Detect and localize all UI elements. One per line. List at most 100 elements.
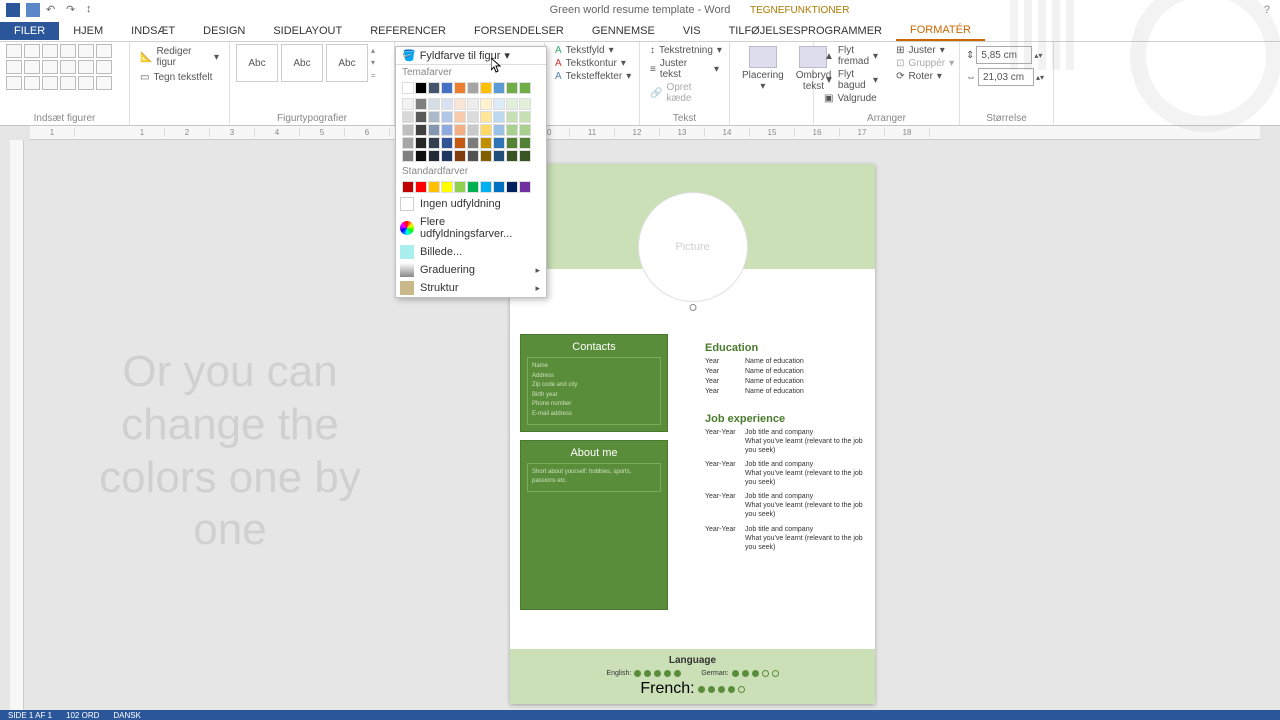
tab-gennemse[interactable]: GENNEMSE: [578, 22, 669, 40]
tab-sidelayout[interactable]: SIDELAYOUT: [259, 22, 356, 40]
color-swatch[interactable]: [480, 124, 492, 136]
color-swatch[interactable]: [415, 124, 427, 136]
color-swatch[interactable]: [480, 82, 492, 94]
color-swatch[interactable]: [493, 111, 505, 123]
texture-item[interactable]: Struktur▸: [396, 279, 546, 297]
style-preset[interactable]: Abc: [326, 44, 368, 82]
color-swatch[interactable]: [467, 150, 479, 162]
color-swatch[interactable]: [441, 137, 453, 149]
color-swatch[interactable]: [480, 111, 492, 123]
text-fill-button[interactable]: ATekstfyld ▾: [551, 44, 633, 57]
color-swatch[interactable]: [441, 98, 453, 110]
color-swatch[interactable]: [415, 111, 427, 123]
color-swatch[interactable]: [454, 124, 466, 136]
color-swatch[interactable]: [506, 98, 518, 110]
color-swatch[interactable]: [428, 124, 440, 136]
no-fill-item[interactable]: Ingen udfyldning: [396, 195, 546, 213]
color-swatch[interactable]: [519, 150, 531, 162]
about-box[interactable]: About me Short about yourself: hobbies, …: [520, 440, 668, 610]
color-swatch[interactable]: [441, 82, 453, 94]
language-footer[interactable]: Language English:German: French:: [510, 649, 875, 704]
color-swatch[interactable]: [402, 98, 414, 110]
color-swatch[interactable]: [402, 111, 414, 123]
color-swatch[interactable]: [454, 82, 466, 94]
shape-fill-dropdown[interactable]: 🪣Fyldfarve til figur ▾ Temafarver Standa…: [395, 46, 547, 298]
color-swatch[interactable]: [493, 150, 505, 162]
edit-shape-button[interactable]: 📐 Rediger figur ▾: [136, 44, 223, 70]
vertical-ruler[interactable]: [10, 140, 24, 710]
style-preset[interactable]: Abc: [236, 44, 278, 82]
color-swatch[interactable]: [519, 98, 531, 110]
color-swatch[interactable]: [480, 150, 492, 162]
shape-fill-button[interactable]: 🪣Fyldfarve til figur ▾: [396, 47, 546, 65]
shapes-gallery[interactable]: [6, 44, 123, 90]
position-button[interactable]: Placering▾: [736, 44, 790, 94]
color-swatch[interactable]: [493, 124, 505, 136]
selection-pane-button[interactable]: ▣ Valgrude: [820, 92, 882, 105]
bring-forward-button[interactable]: ▲ Flyt fremad ▾: [820, 44, 882, 68]
tab-vis[interactable]: VIS: [669, 22, 715, 40]
color-swatch[interactable]: [415, 98, 427, 110]
color-swatch[interactable]: [519, 137, 531, 149]
color-swatch[interactable]: [506, 124, 518, 136]
color-swatch[interactable]: [506, 111, 518, 123]
touch-icon[interactable]: ↕: [86, 3, 100, 17]
send-backward-button[interactable]: ▼ Flyt bagud ▾: [820, 68, 882, 92]
draw-textbox-button[interactable]: ▭ Tegn tekstfelt: [136, 70, 223, 85]
color-swatch[interactable]: [519, 82, 531, 94]
tab-filer[interactable]: FILER: [0, 22, 59, 40]
color-swatch[interactable]: [506, 137, 518, 149]
page-indicator[interactable]: SIDE 1 AF 1: [8, 711, 52, 720]
align-text-button[interactable]: ≡ Juster tekst ▾: [646, 57, 723, 81]
color-swatch[interactable]: [415, 181, 427, 193]
color-swatch[interactable]: [467, 82, 479, 94]
color-swatch[interactable]: [402, 150, 414, 162]
picture-fill-item[interactable]: Billede...: [396, 243, 546, 261]
create-link-button[interactable]: 🔗 Opret kæde: [646, 81, 723, 105]
color-swatch[interactable]: [506, 150, 518, 162]
text-effects-button[interactable]: ATeksteffekter ▾: [551, 70, 633, 83]
color-swatch[interactable]: [402, 82, 414, 94]
tab-referencer[interactable]: REFERENCER: [356, 22, 460, 40]
shape-style-gallery[interactable]: Abc Abc Abc ▴▾=: [236, 44, 388, 82]
color-swatch[interactable]: [480, 181, 492, 193]
color-swatch[interactable]: [454, 181, 466, 193]
undo-icon[interactable]: ↶: [46, 3, 60, 17]
color-swatch[interactable]: [415, 137, 427, 149]
color-swatch[interactable]: [415, 150, 427, 162]
help-icon[interactable]: ?: [1264, 4, 1270, 16]
color-swatch[interactable]: [454, 150, 466, 162]
color-swatch[interactable]: [402, 181, 414, 193]
tab-forsendelser[interactable]: FORSENDELSER: [460, 22, 578, 40]
color-swatch[interactable]: [467, 181, 479, 193]
color-swatch[interactable]: [493, 181, 505, 193]
picture-placeholder[interactable]: Picture: [638, 192, 748, 302]
selection-handle[interactable]: [689, 304, 696, 311]
color-swatch[interactable]: [428, 111, 440, 123]
color-swatch[interactable]: [441, 150, 453, 162]
horizontal-ruler[interactable]: 1123456789101112131415161718: [30, 126, 1260, 140]
color-swatch[interactable]: [441, 181, 453, 193]
color-swatch[interactable]: [480, 98, 492, 110]
word-count[interactable]: 102 ORD: [66, 711, 99, 720]
color-swatch[interactable]: [467, 137, 479, 149]
align-button[interactable]: ⊞ Juster ▾: [892, 44, 958, 57]
contacts-box[interactable]: Contacts NameAddressZip code and cityBir…: [520, 334, 668, 432]
color-swatch[interactable]: [428, 137, 440, 149]
color-swatch[interactable]: [493, 98, 505, 110]
tab-indsaet[interactable]: INDSÆT: [117, 22, 189, 40]
color-swatch[interactable]: [428, 98, 440, 110]
group-button[interactable]: ⊡ Gruppér ▾: [892, 57, 958, 70]
language-indicator[interactable]: DANSK: [113, 711, 141, 720]
shape-height-input[interactable]: 5,85 cm: [976, 46, 1032, 64]
color-swatch[interactable]: [519, 111, 531, 123]
shape-width-input[interactable]: 21,03 cm: [978, 68, 1034, 86]
color-swatch[interactable]: [441, 124, 453, 136]
color-swatch[interactable]: [428, 82, 440, 94]
color-swatch[interactable]: [467, 98, 479, 110]
gradient-item[interactable]: Graduering▸: [396, 261, 546, 279]
tab-formater[interactable]: FORMATÉR: [896, 21, 985, 41]
color-swatch[interactable]: [506, 181, 518, 193]
more-colors-item[interactable]: Flere udfyldningsfarver...: [396, 213, 546, 243]
color-swatch[interactable]: [493, 82, 505, 94]
